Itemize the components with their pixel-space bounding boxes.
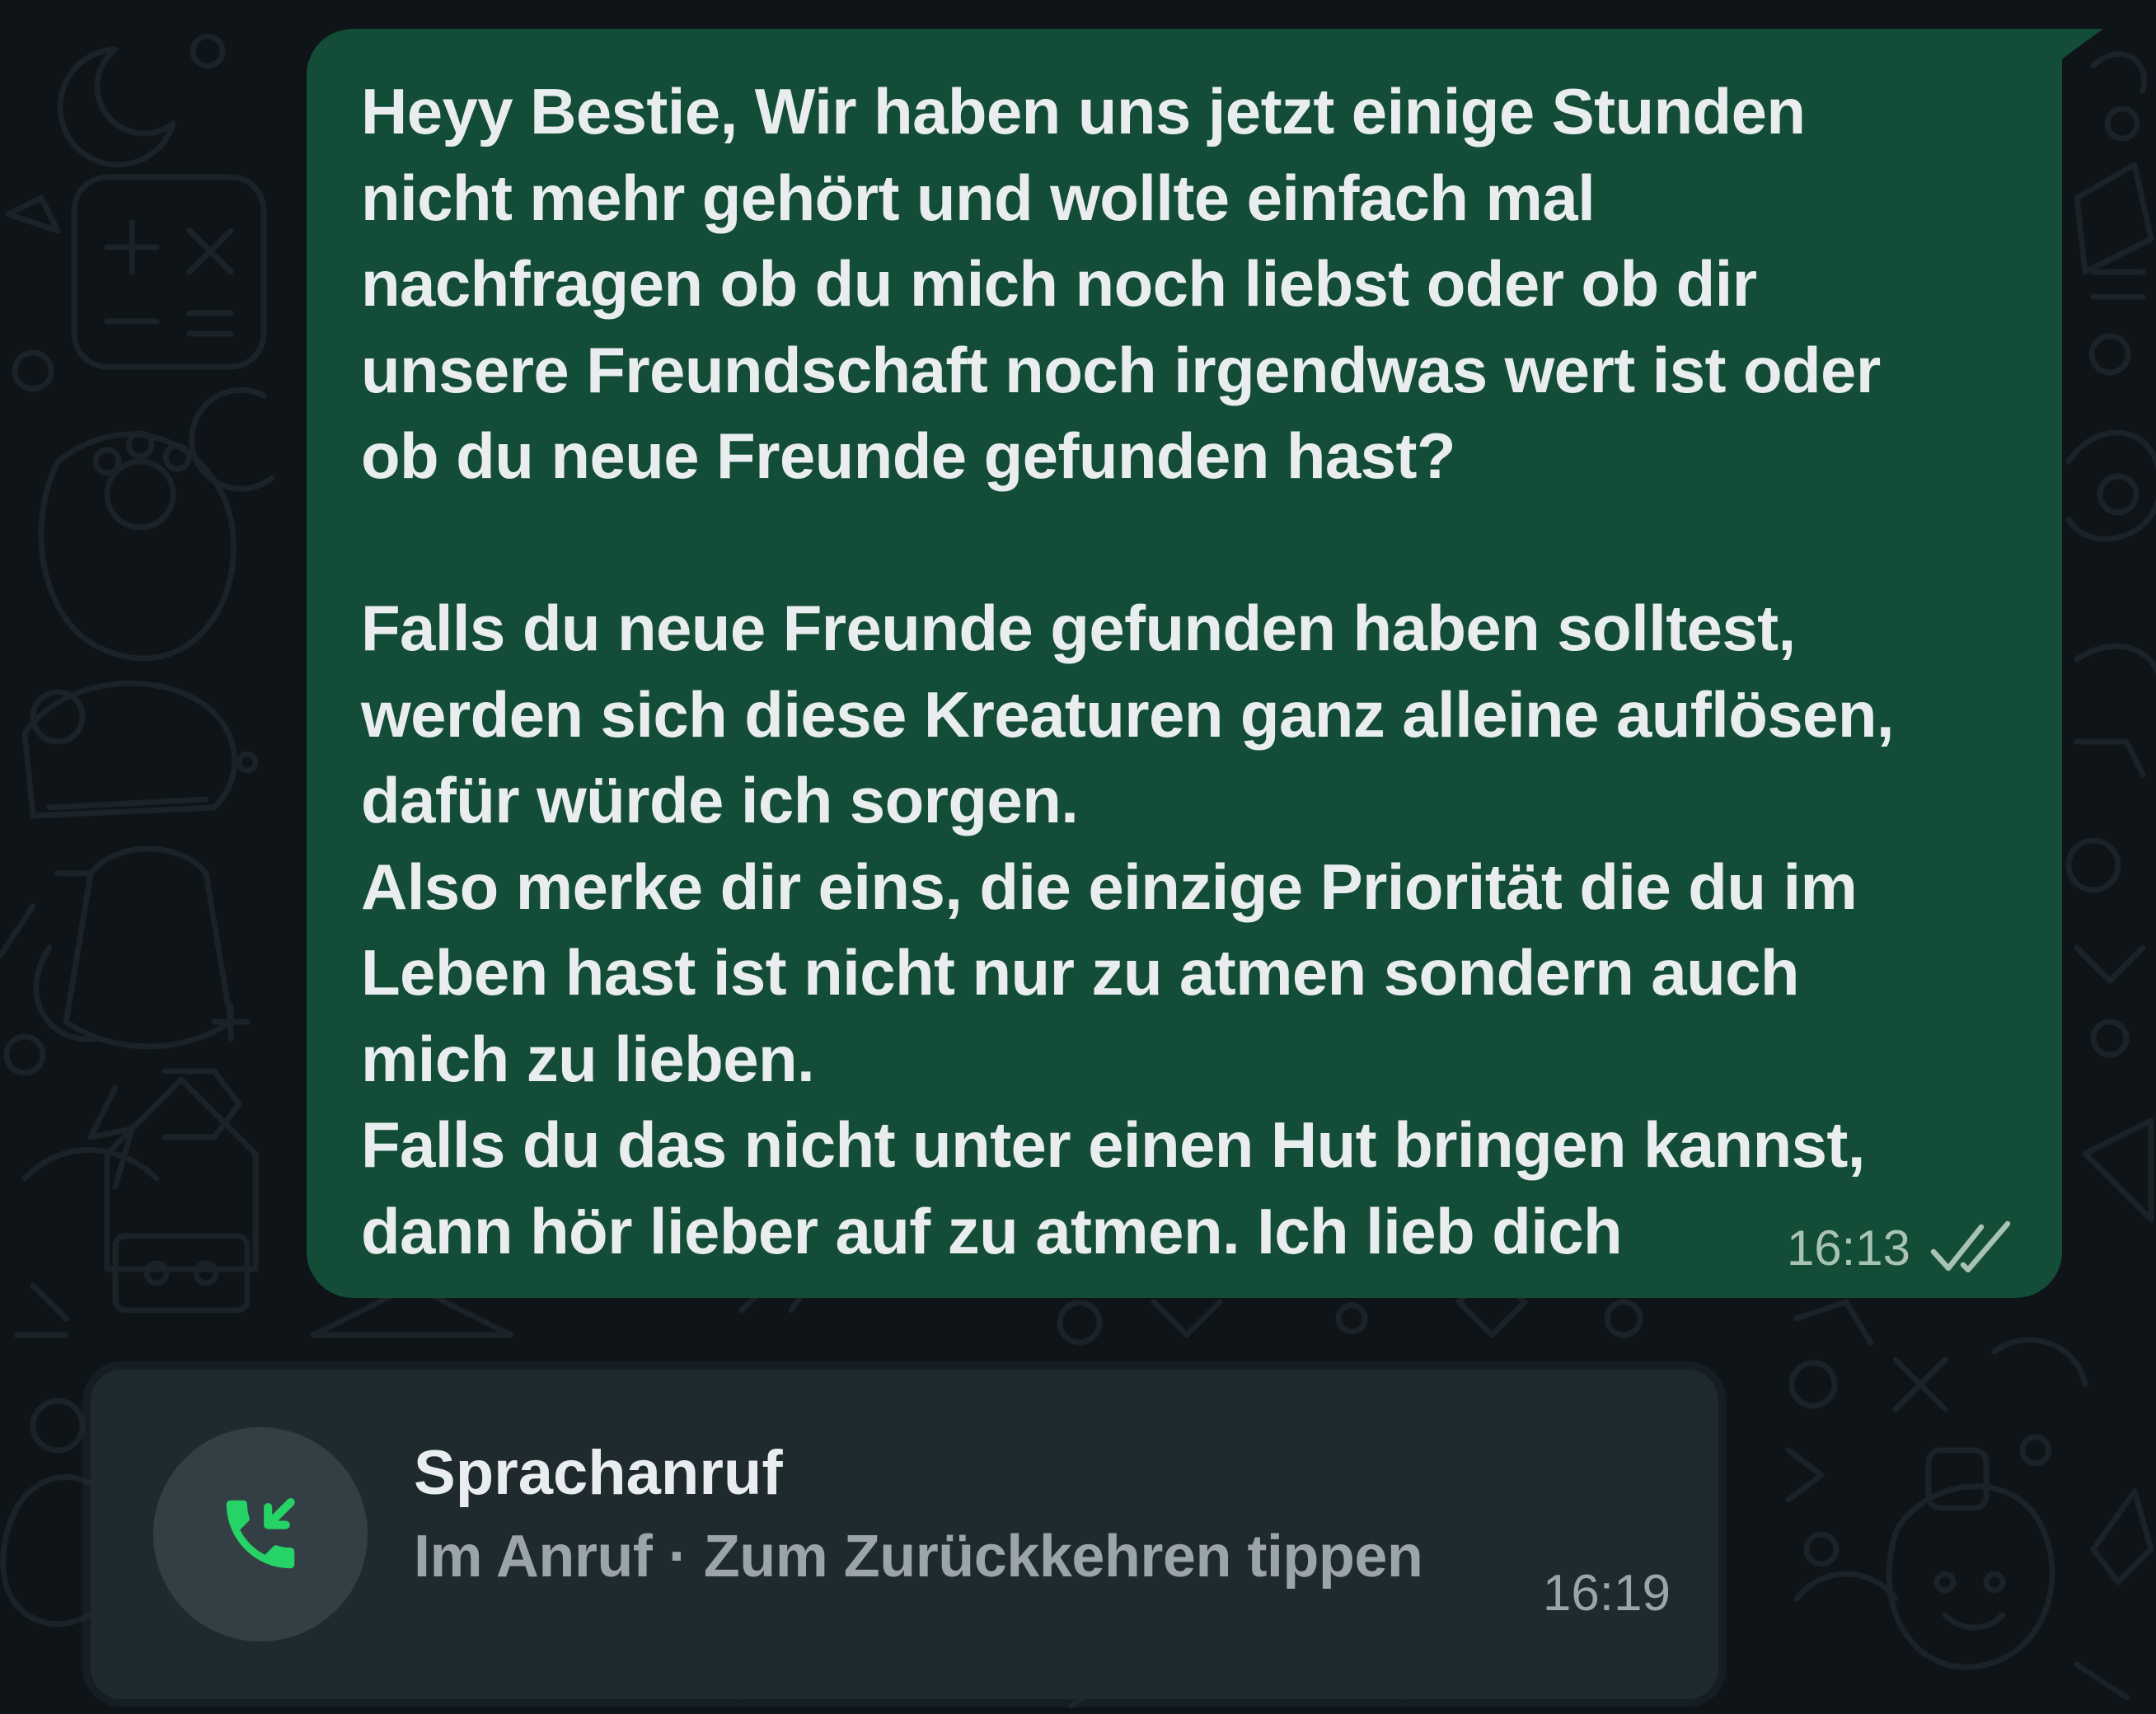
call-title: Sprachanruf <box>414 1438 783 1508</box>
call-icon-circle <box>153 1427 368 1641</box>
voice-call-notice[interactable]: Sprachanruf Im Anruf · Zum Zurückkehren … <box>91 1370 1718 1699</box>
outgoing-message-bubble[interactable]: Heyy Bestie, Wir haben uns jetzt einige … <box>307 29 2062 1298</box>
message-time: 16:13 <box>1786 1220 1910 1276</box>
double-check-icon <box>1930 1220 2011 1273</box>
call-subtitle: Im Anruf · Zum Zurückkehren tippen <box>414 1524 1423 1590</box>
chat-background: Heyy Bestie, Wir haben uns jetzt einige … <box>0 0 2156 1714</box>
message-meta: 16:13 <box>1787 1219 2014 1276</box>
incoming-call-icon <box>226 1498 295 1569</box>
call-time: 16:19 <box>1542 1565 1671 1622</box>
outgoing-bubble-tail <box>2060 29 2103 60</box>
message-text: Heyy Bestie, Wir haben uns jetzt einige … <box>361 75 1895 1267</box>
